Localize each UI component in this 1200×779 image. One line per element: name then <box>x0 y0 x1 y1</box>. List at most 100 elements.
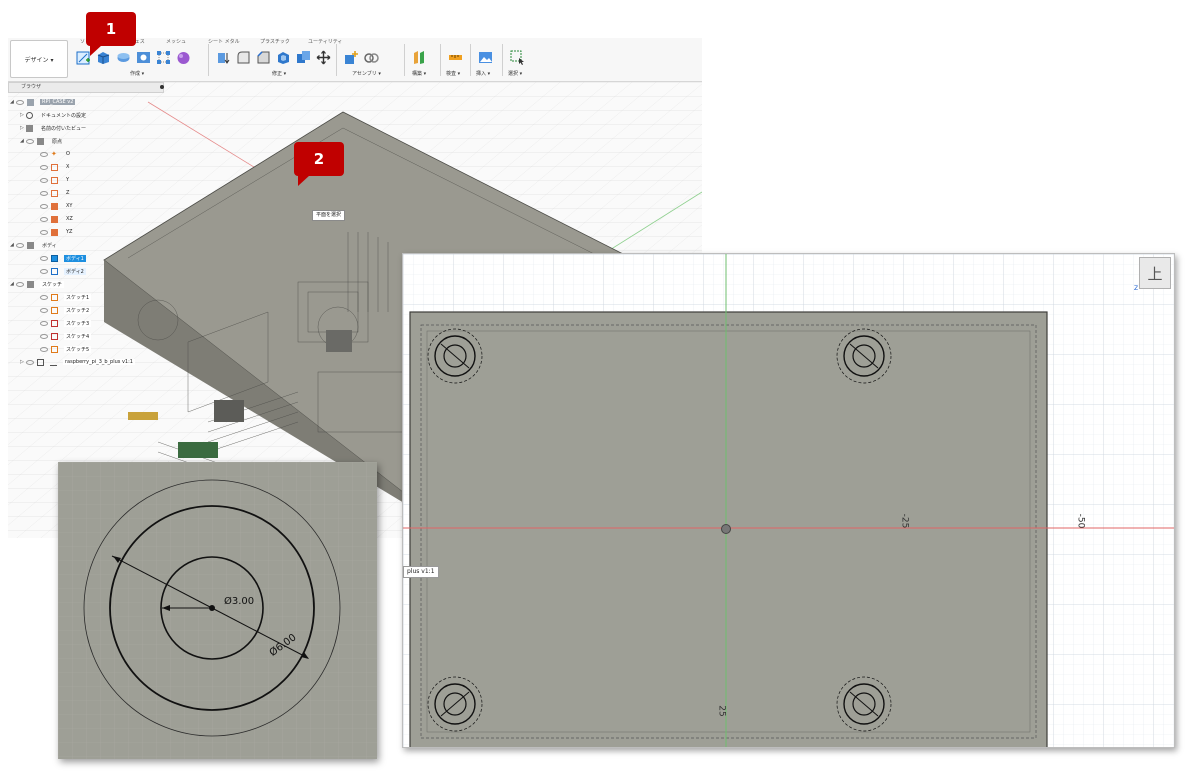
chamfer-icon[interactable] <box>256 50 271 65</box>
visibility-icon[interactable] <box>40 229 48 235</box>
create-menu[interactable]: 作成 ▾ <box>130 70 144 77</box>
hole-zoom-canvas <box>58 462 377 759</box>
tree-item-origin[interactable]: ◢ 原点 <box>20 135 64 147</box>
pattern-icon[interactable] <box>156 50 171 65</box>
top-view-canvas[interactable] <box>403 254 1175 748</box>
toolbar-separator <box>404 44 405 76</box>
visibility-icon[interactable] <box>40 164 48 170</box>
tree-item-sketch4[interactable]: スケッチ4 <box>40 330 92 342</box>
toolbar-separator <box>470 44 471 76</box>
browser-header: ブラウザ <box>8 82 164 93</box>
hole-zoom-inset: Ø3.00 Ø6.00 <box>58 462 377 759</box>
tree-item-bodies[interactable]: ◢ ボディ <box>10 239 59 251</box>
visibility-icon[interactable] <box>40 255 48 261</box>
axis-icon <box>51 176 58 184</box>
visibility-icon[interactable] <box>40 333 48 339</box>
visibility-icon[interactable] <box>26 359 34 365</box>
plane-icon <box>51 202 58 210</box>
folder-icon <box>27 280 34 288</box>
visibility-icon[interactable] <box>40 307 48 313</box>
tree-item-named-views[interactable]: ▷ 名前の付いたビュー <box>20 122 88 134</box>
tree-item-axis-y[interactable]: Y <box>40 174 71 186</box>
form-icon[interactable] <box>176 50 191 65</box>
tree-item-origin-point[interactable]: ✦ O <box>40 148 72 160</box>
press-pull-icon[interactable] <box>216 50 231 65</box>
viewcube-top[interactable]: 上 <box>1139 257 1171 289</box>
insert-image-icon[interactable] <box>478 50 493 65</box>
tree-item-body1[interactable]: ボディ1 <box>40 252 86 264</box>
toolbar-separator <box>208 44 209 76</box>
visibility-icon[interactable] <box>40 320 48 326</box>
create-sketch-icon[interactable] <box>76 50 91 65</box>
browser-panel: ブラウザ ◢ RPI_CASE v2 ▷ ドキュメントの設定 ▷ 名前の付いたビ… <box>8 82 168 412</box>
tab-utility[interactable]: ユーティリティ <box>308 38 342 45</box>
measure-icon[interactable] <box>448 50 463 65</box>
visibility-icon[interactable] <box>16 281 24 287</box>
joint-icon[interactable] <box>364 50 379 65</box>
select-menu[interactable]: 選択 ▾ <box>508 70 522 77</box>
visibility-icon[interactable] <box>16 242 24 248</box>
visibility-icon[interactable] <box>40 216 48 222</box>
visibility-icon[interactable] <box>40 268 48 274</box>
sketch-icon <box>51 306 58 314</box>
body-icon <box>51 267 58 275</box>
tree-item-sketch5[interactable]: スケッチ5 <box>40 343 92 355</box>
visibility-icon[interactable] <box>16 99 24 105</box>
tree-item-raspberry-pi[interactable]: ▷ raspberry_pi_3_b_plus v1:1 <box>20 356 135 368</box>
tree-item-body2[interactable]: ボディ2 <box>40 265 86 277</box>
modify-menu[interactable]: 修正 ▾ <box>272 70 286 77</box>
dimension-neg25: -25 <box>899 513 910 529</box>
revolve-icon[interactable] <box>116 50 131 65</box>
visibility-icon[interactable] <box>40 190 48 196</box>
combine-icon[interactable] <box>296 50 311 65</box>
tree-item-plane-xz[interactable]: XZ <box>40 213 75 225</box>
plane-icon <box>51 215 58 223</box>
sketch-icon <box>51 319 58 327</box>
new-component-icon[interactable] <box>344 50 359 65</box>
select-icon[interactable] <box>510 50 525 65</box>
fillet-icon[interactable] <box>236 50 251 65</box>
hole-icon[interactable] <box>136 50 151 65</box>
visibility-icon[interactable] <box>26 138 34 144</box>
dimension-25: 25 <box>716 705 727 717</box>
body-icon <box>51 254 58 262</box>
visibility-icon[interactable] <box>40 346 48 352</box>
tree-root[interactable]: ◢ RPI_CASE v2 <box>10 96 76 108</box>
select-plane-tooltip: 平面を選択 <box>312 210 346 221</box>
plane-icon <box>51 228 58 236</box>
tab-mesh[interactable]: メッシュ <box>166 38 186 45</box>
tree-item-sketch1[interactable]: スケッチ1 <box>40 291 92 303</box>
insert-menu[interactable]: 挿入 ▾ <box>476 70 490 77</box>
browser-pin-icon[interactable] <box>160 85 164 89</box>
component-icon <box>37 358 44 366</box>
sketch-icon <box>51 345 58 353</box>
tree-item-document-settings[interactable]: ▷ ドキュメントの設定 <box>20 109 88 121</box>
toolbar-separator <box>336 44 337 76</box>
visibility-icon[interactable] <box>40 203 48 209</box>
tree-item-sketches[interactable]: ◢ スケッチ <box>10 278 65 290</box>
visibility-icon[interactable] <box>40 294 48 300</box>
assemble-menu[interactable]: アセンブリ ▾ <box>352 70 381 77</box>
shell-icon[interactable] <box>276 50 291 65</box>
tree-item-axis-x[interactable]: X <box>40 161 71 173</box>
tree-item-plane-xy[interactable]: XY <box>40 200 74 212</box>
tab-sheet-metal[interactable]: シート メタル <box>208 38 240 45</box>
tree-item-sketch3[interactable]: スケッチ3 <box>40 317 92 329</box>
offset-plane-icon[interactable] <box>412 50 427 65</box>
move-copy-icon[interactable] <box>316 50 331 65</box>
top-view-panel: 上 Z -25 -50 25 plus v1:1 <box>402 253 1175 748</box>
callout-step-2: 2 <box>294 142 344 186</box>
folder-icon <box>26 124 33 132</box>
component-label: plus v1:1 <box>403 566 439 578</box>
tab-plastic[interactable]: プラスチック <box>260 38 290 45</box>
dimension-neg50: -50 <box>1075 513 1086 529</box>
tree-item-axis-z[interactable]: Z <box>40 187 71 199</box>
axis-icon <box>51 163 58 171</box>
tree-item-sketch2[interactable]: スケッチ2 <box>40 304 92 316</box>
design-workspace-button[interactable]: デザイン ▾ <box>10 40 68 78</box>
visibility-icon[interactable] <box>40 151 48 157</box>
visibility-icon[interactable] <box>40 177 48 183</box>
construct-menu[interactable]: 構築 ▾ <box>412 70 426 77</box>
inspect-menu[interactable]: 検査 ▾ <box>446 70 460 77</box>
tree-item-plane-yz[interactable]: YZ <box>40 226 74 238</box>
